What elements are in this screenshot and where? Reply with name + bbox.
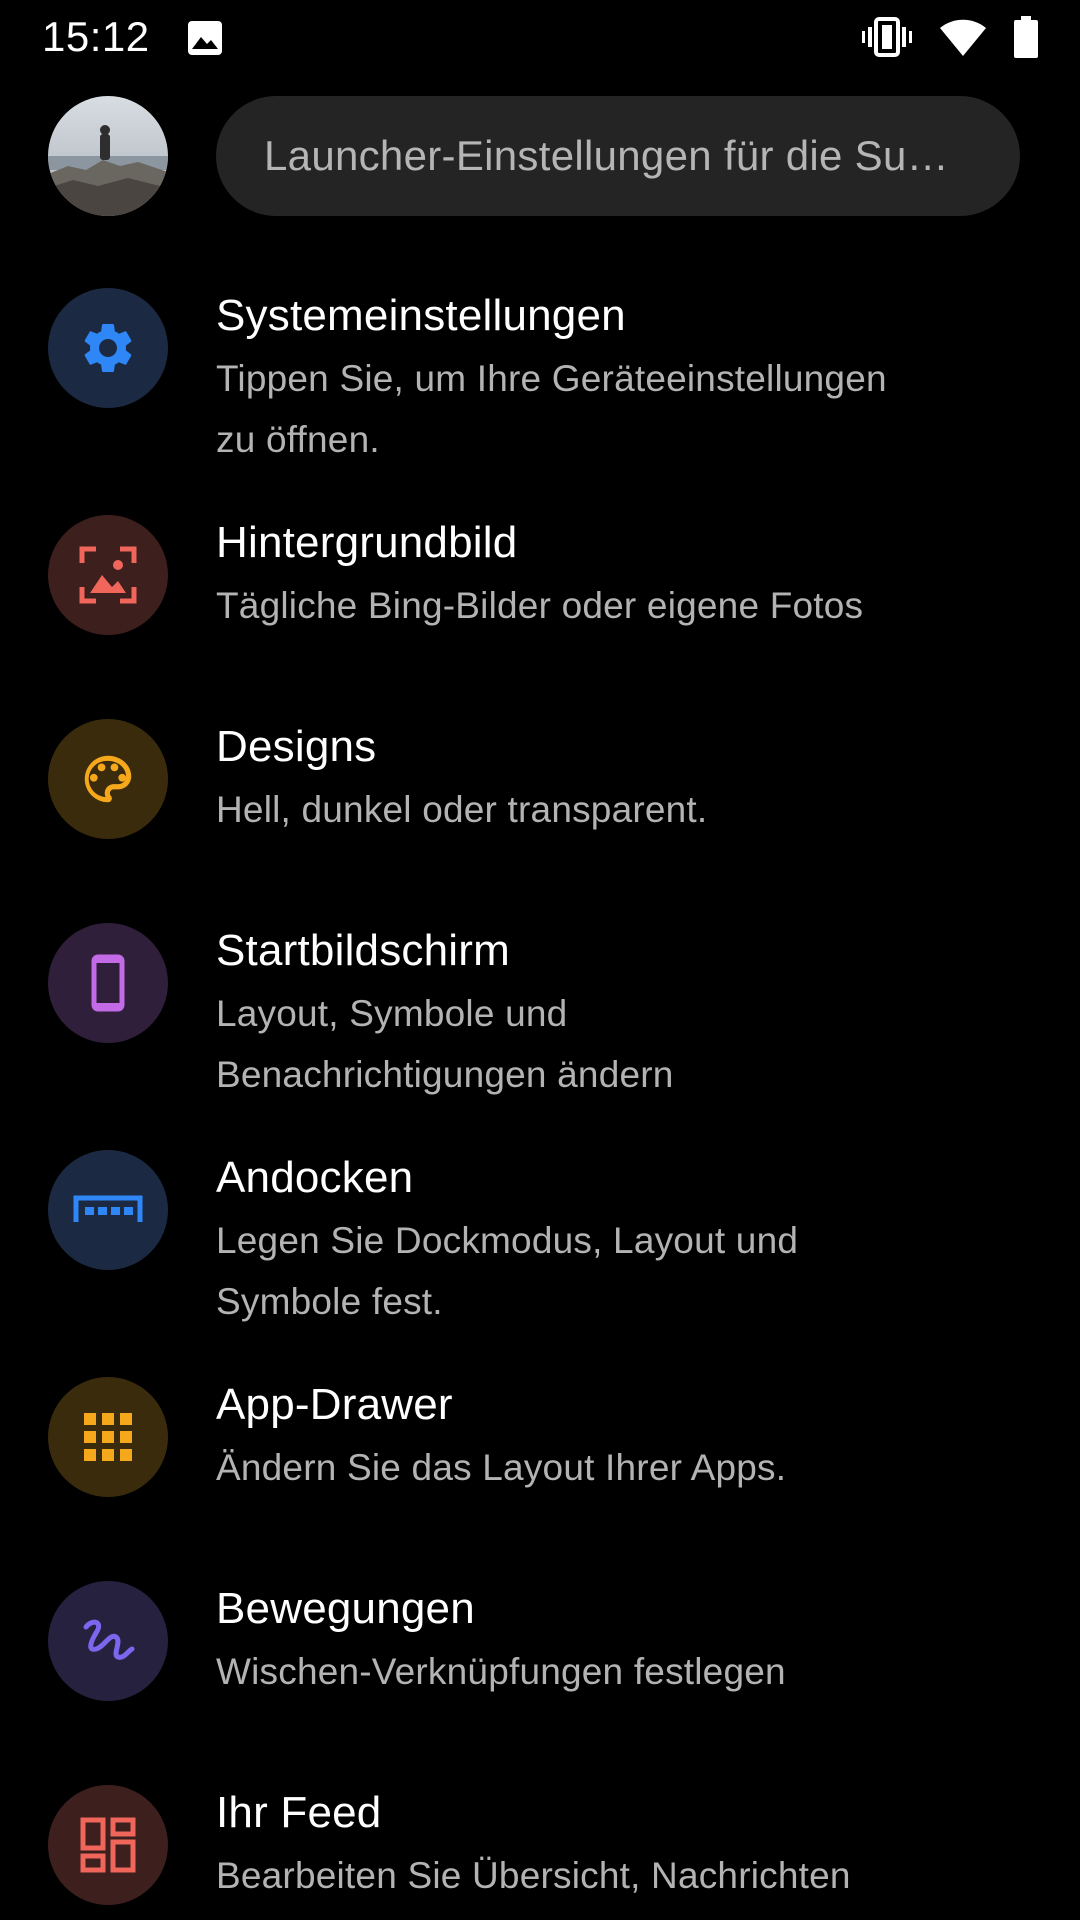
settings-item-title: App-Drawer bbox=[216, 1380, 453, 1429]
settings-item-subtitle: Legen Sie Dockmodus, Layout und Symbole … bbox=[216, 1210, 1016, 1332]
vibrate-icon bbox=[862, 17, 912, 57]
settings-item-text: Systemeinstellungen Tippen Sie, um Ihre … bbox=[216, 288, 1016, 470]
status-icons bbox=[862, 14, 1038, 60]
avatar[interactable] bbox=[48, 96, 168, 216]
subtitle-line: Tippen Sie, um Ihre Geräteeinstellungen bbox=[216, 358, 887, 399]
settings-item-subtitle: Ändern Sie das Layout Ihrer Apps. bbox=[216, 1437, 1016, 1498]
gesture-icon bbox=[83, 1619, 135, 1660]
palette-icon-badge bbox=[48, 719, 168, 839]
subtitle-line: zu öffnen. bbox=[216, 419, 380, 460]
settings-item-subtitle: Wischen-Verknüpfungen festlegen bbox=[216, 1641, 1016, 1702]
search-placeholder: Launcher-Einstellungen für die Su… bbox=[264, 132, 949, 179]
settings-item-subtitle: Bearbeiten Sie Übersicht, Nachrichten bbox=[216, 1845, 1016, 1906]
subtitle-line: Wischen-Verknüpfungen festlegen bbox=[216, 1651, 786, 1692]
palette-icon bbox=[84, 755, 132, 803]
status-bar: 15:12 bbox=[0, 0, 1080, 74]
subtitle-line: Symbole fest. bbox=[216, 1281, 443, 1322]
subtitle-line: Bearbeiten Sie Übersicht, Nachrichten bbox=[216, 1855, 851, 1896]
subtitle-line: Layout, Symbole und bbox=[216, 993, 568, 1034]
settings-item-text: Bewegungen Wischen-Verknüpfungen festleg… bbox=[216, 1581, 1016, 1702]
gear-icon-badge bbox=[48, 288, 168, 408]
app-grid-icon bbox=[84, 1413, 132, 1461]
gear-icon bbox=[84, 324, 132, 372]
subtitle-line: Hell, dunkel oder transparent. bbox=[216, 789, 708, 830]
settings-item-title: Startbildschirm bbox=[216, 926, 510, 975]
subtitle-line: Benachrichtigungen ändern bbox=[216, 1054, 674, 1095]
feed-dashboard-icon bbox=[80, 1817, 136, 1873]
dock-icon-badge bbox=[48, 1150, 168, 1270]
settings-item-text: Startbildschirm Layout, Symbole und Bena… bbox=[216, 923, 1016, 1105]
header: Launcher-Einstellungen für die Su… bbox=[0, 96, 1080, 216]
settings-item-title: Andocken bbox=[216, 1153, 414, 1202]
search-bar[interactable]: Launcher-Einstellungen für die Su… bbox=[216, 96, 1020, 216]
wallpaper-icon-badge bbox=[48, 515, 168, 635]
settings-item-subtitle: Layout, Symbole und Benachrichtigungen ä… bbox=[216, 983, 1016, 1105]
settings-item-subtitle: Tägliche Bing-Bilder oder eigene Fotos bbox=[216, 575, 1016, 636]
settings-item-text: App-Drawer Ändern Sie das Layout Ihrer A… bbox=[216, 1377, 1016, 1498]
settings-item-subtitle: Hell, dunkel oder transparent. bbox=[216, 779, 1016, 840]
wallpaper-icon bbox=[79, 546, 137, 604]
settings-item-text: Ihr Feed Bearbeiten Sie Übersicht, Nachr… bbox=[216, 1785, 1016, 1906]
settings-item-subtitle: Tippen Sie, um Ihre Geräteeinstellungen … bbox=[216, 348, 1016, 470]
subtitle-line: Legen Sie Dockmodus, Layout und bbox=[216, 1220, 799, 1261]
settings-item-title: Bewegungen bbox=[216, 1584, 475, 1633]
settings-item-title: Systemeinstellungen bbox=[216, 291, 626, 340]
dock-icon bbox=[73, 1195, 143, 1222]
settings-item-title: Designs bbox=[216, 722, 377, 771]
gesture-icon-badge bbox=[48, 1581, 168, 1701]
subtitle-line: Ändern Sie das Layout Ihrer Apps. bbox=[216, 1447, 787, 1488]
battery-icon bbox=[1014, 16, 1038, 58]
phone-icon bbox=[91, 954, 125, 1012]
settings-item-text: Andocken Legen Sie Dockmodus, Layout und… bbox=[216, 1150, 1016, 1332]
gallery-notification-icon bbox=[187, 20, 223, 56]
settings-item-title: Hintergrundbild bbox=[216, 518, 518, 567]
status-time: 15:12 bbox=[42, 13, 150, 60]
subtitle-line: Tägliche Bing-Bilder oder eigene Fotos bbox=[216, 585, 864, 626]
settings-item-title: Ihr Feed bbox=[216, 1788, 382, 1837]
phone-icon-badge bbox=[48, 923, 168, 1043]
wifi-icon bbox=[940, 18, 986, 56]
settings-item-text: Designs Hell, dunkel oder transparent. bbox=[216, 719, 1016, 840]
feed-dashboard-icon-badge bbox=[48, 1785, 168, 1905]
settings-item-text: Hintergrundbild Tägliche Bing-Bilder ode… bbox=[216, 515, 1016, 636]
app-grid-icon-badge bbox=[48, 1377, 168, 1497]
